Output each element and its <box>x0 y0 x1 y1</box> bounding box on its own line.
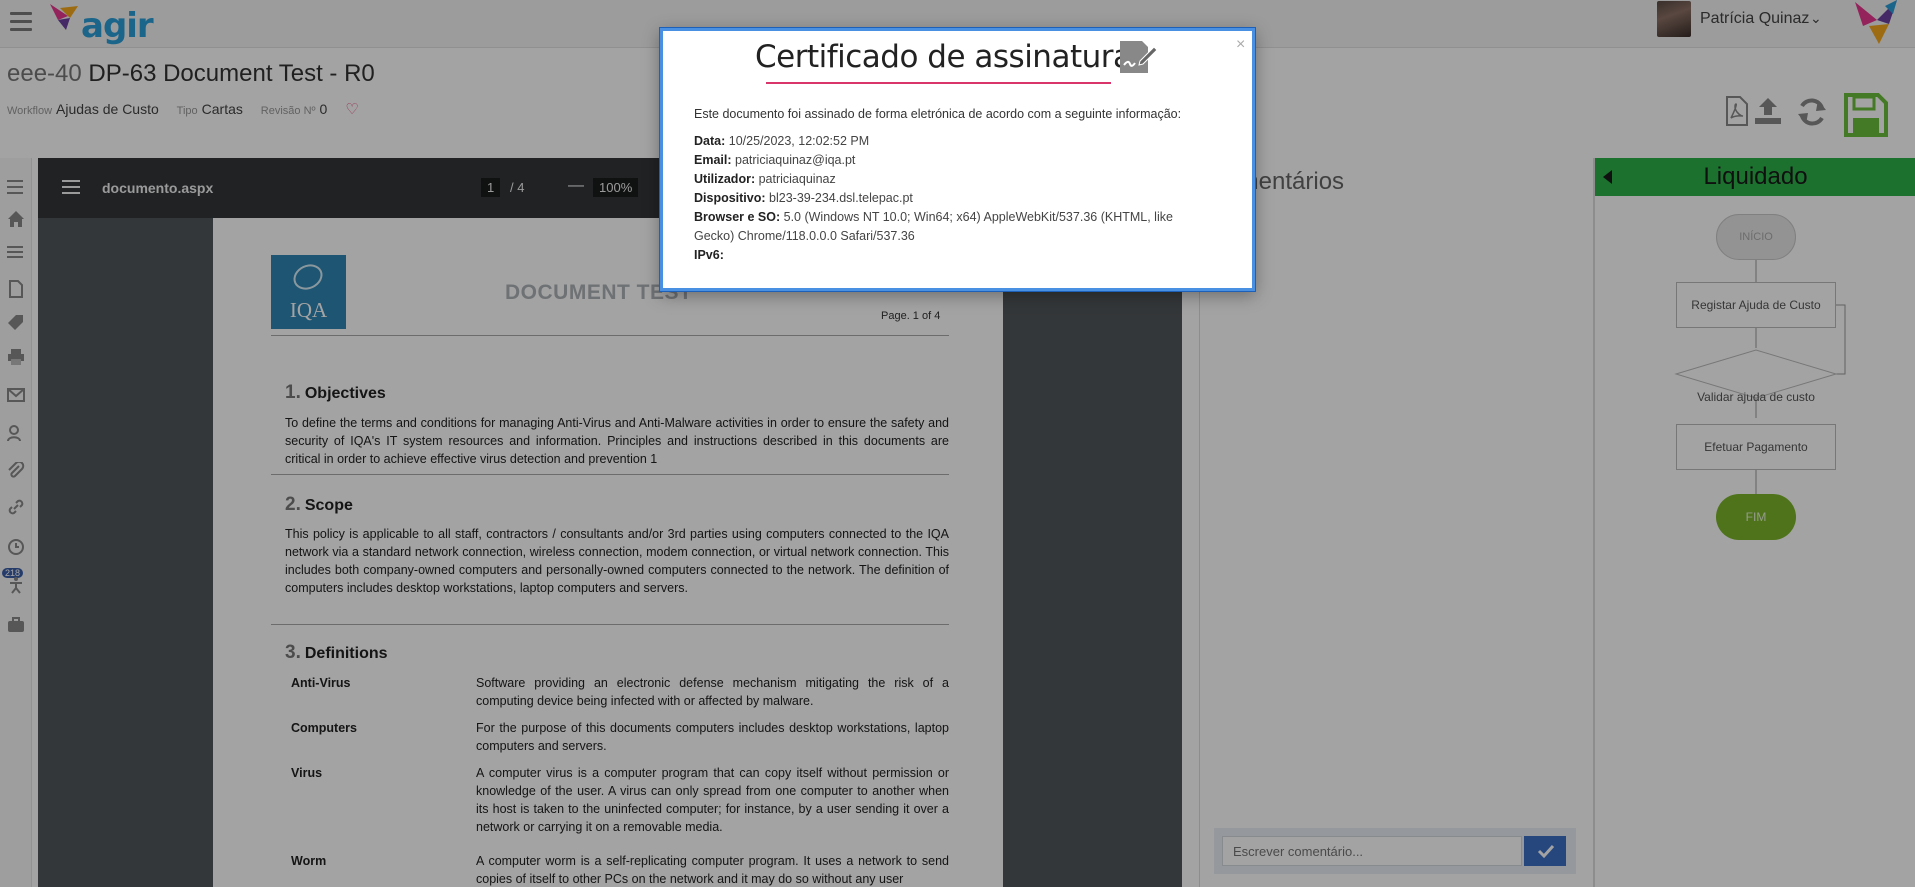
signature-certificate-modal: Certificado de assinatura × Este documen… <box>660 28 1255 291</box>
cert-date: Data: 10/25/2023, 12:02:52 PM <box>694 134 870 148</box>
close-icon[interactable]: × <box>1236 36 1245 54</box>
cert-ipv6: IPv6: <box>694 248 724 262</box>
cert-user: Utilizador: patriciaquinaz <box>694 172 836 186</box>
modal-title: Certificado de assinatura <box>755 39 1132 75</box>
cert-email: Email: patriciaquinaz@iqa.pt <box>694 153 856 167</box>
signature-icon <box>1120 41 1158 73</box>
modal-intro: Este documento foi assinado de forma ele… <box>694 107 1182 121</box>
cert-device: Dispositivo: bl23-39-234.dsl.telepac.pt <box>694 191 913 205</box>
title-underline <box>766 82 1111 84</box>
cert-browser: Browser e SO: 5.0 (Windows NT 10.0; Win6… <box>694 210 1173 243</box>
